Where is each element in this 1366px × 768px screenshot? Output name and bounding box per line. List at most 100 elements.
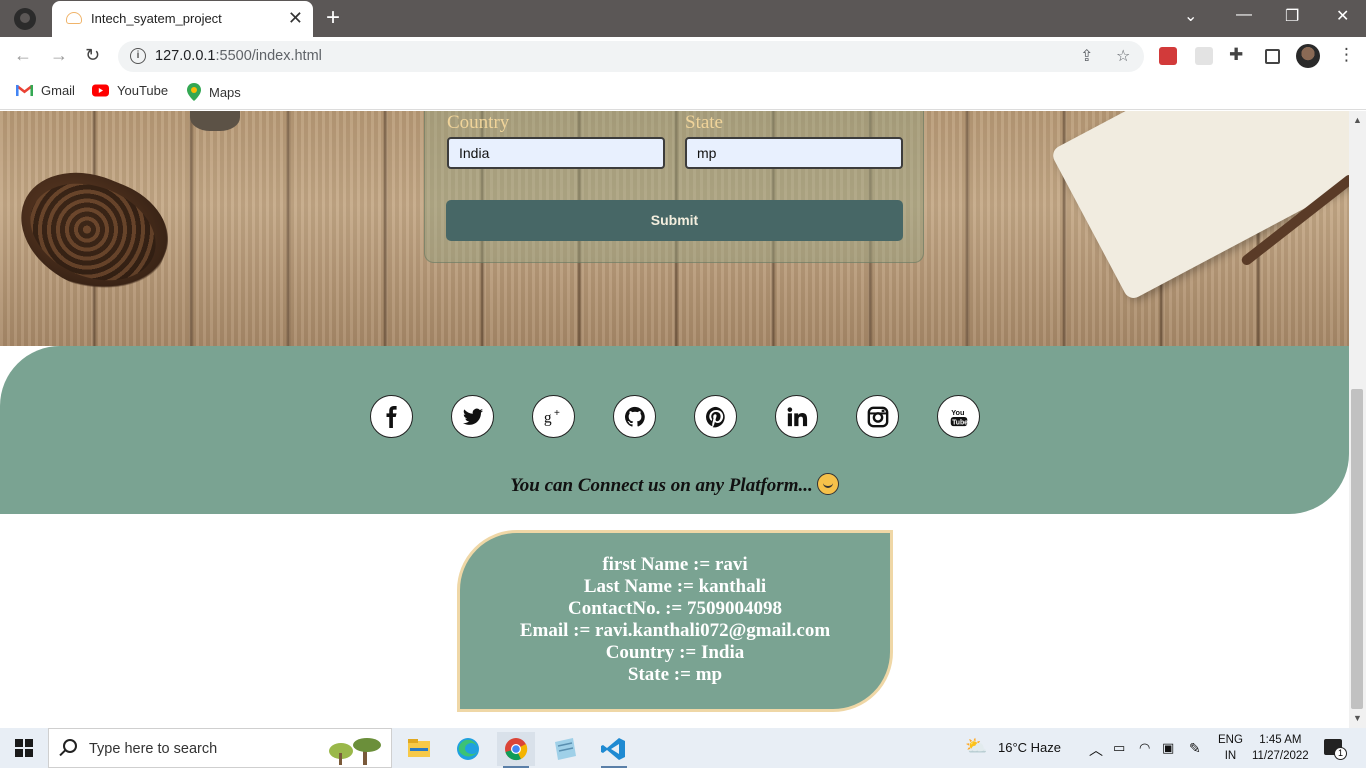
email-line: Email := ravi.kanthali072@gmail.com — [519, 620, 831, 641]
close-tab-icon[interactable]: ✕ — [288, 8, 303, 29]
pinterest-icon[interactable] — [694, 395, 737, 438]
extension-grey-icon[interactable] — [1195, 47, 1213, 65]
camera-icon[interactable]: ▣ — [1162, 740, 1174, 756]
scroll-up-icon[interactable]: ▲ — [1353, 115, 1362, 125]
smiley-icon — [816, 473, 839, 495]
side-panel-icon[interactable] — [1265, 49, 1280, 64]
svg-text:Tube: Tube — [952, 419, 968, 426]
url-bar[interactable]: i 127.0.0.1:5500/index.html ⇪ ☆ — [118, 41, 1144, 72]
edge-browser-icon[interactable] — [449, 732, 487, 766]
notification-icon[interactable]: 1 — [1324, 739, 1347, 760]
kebab-menu-icon[interactable]: ⋮ — [1338, 45, 1356, 64]
registration-form: Country State Submit — [424, 111, 924, 263]
search-placeholder: Type here to search — [89, 741, 218, 757]
weather-text[interactable]: 16°C Haze — [998, 740, 1061, 755]
notification-count: 1 — [1334, 747, 1347, 760]
bookmark-youtube[interactable]: YouTube — [92, 83, 168, 98]
submit-button[interactable]: Submit — [446, 200, 903, 241]
search-icon — [63, 739, 77, 753]
page-viewport: Country State Submit g+ — [0, 111, 1349, 728]
wifi-icon[interactable]: ◠ — [1139, 740, 1150, 756]
maps-pin-icon — [187, 83, 201, 101]
bookmark-label: Maps — [209, 84, 241, 100]
tab-search-icon[interactable]: ⌄ — [1184, 6, 1197, 26]
country-input[interactable] — [447, 137, 665, 169]
state-label: State — [685, 112, 723, 133]
clock[interactable]: 1:45 AM 11/27/2022 — [1252, 732, 1309, 764]
puzzle-icon[interactable]: ✚ — [1229, 45, 1247, 64]
facebook-icon[interactable] — [370, 395, 413, 438]
back-icon[interactable]: ← — [14, 45, 32, 66]
weather-icon[interactable]: ⛅ — [965, 736, 987, 757]
search-highlight-art-icon — [329, 738, 381, 765]
bookmarks-bar: Gmail YouTube Maps — [0, 75, 1366, 110]
minimize-button[interactable]: — — [1236, 6, 1252, 24]
youtube-logo-icon — [92, 84, 109, 97]
browser-tab-strip: Intech_syatem_project ✕ + ⌄ — ❐ ✕ — [0, 0, 1366, 37]
wood-background-section: Country State Submit — [0, 111, 1349, 346]
info-icon[interactable]: i — [130, 48, 146, 64]
clock-date: 11/27/2022 — [1252, 750, 1309, 762]
github-icon[interactable] — [613, 395, 656, 438]
svg-text:g: g — [543, 409, 551, 426]
avatar[interactable] — [1296, 44, 1320, 68]
pen-icon[interactable]: ✎ — [1189, 740, 1201, 757]
chrome-browser-icon[interactable] — [497, 732, 535, 768]
windows-start-icon[interactable] — [15, 739, 33, 757]
restore-button[interactable]: ❐ — [1285, 6, 1299, 26]
scrollbar-thumb[interactable] — [1351, 389, 1363, 709]
country-label: Country — [447, 112, 510, 133]
forward-icon[interactable]: → — [50, 45, 68, 66]
reload-icon[interactable]: ↻ — [85, 45, 100, 66]
chevron-up-icon[interactable]: ︿ — [1089, 740, 1103, 760]
windows-taskbar: Type here to search ⛅ 16°C Haze ︿ ▭ ◠ ▣ … — [0, 728, 1366, 768]
bookmark-label: Gmail — [41, 83, 75, 98]
taskbar-search[interactable]: Type here to search — [48, 728, 392, 768]
share-icon[interactable]: ⇪ — [1080, 46, 1093, 66]
youtube-icon[interactable]: You Tube — [937, 395, 980, 438]
vscode-icon[interactable] — [595, 732, 633, 768]
new-tab-button[interactable]: + — [326, 4, 340, 32]
svg-text:You: You — [951, 408, 964, 417]
battery-icon[interactable]: ▭ — [1113, 740, 1125, 756]
state-input[interactable] — [685, 137, 903, 169]
twitter-icon[interactable] — [451, 395, 494, 438]
language-indicator[interactable]: ENG IN — [1218, 732, 1243, 764]
address-bar-row: ← → ↻ i 127.0.0.1:5500/index.html ⇪ ☆ ✚ … — [0, 37, 1366, 75]
scroll-down-icon[interactable]: ▼ — [1353, 713, 1362, 723]
pinecone-decoration — [2, 152, 184, 312]
bookmark-label: YouTube — [117, 83, 169, 98]
extension-red-icon[interactable] — [1159, 47, 1177, 65]
url-text[interactable]: 127.0.0.1:5500/index.html — [155, 48, 322, 64]
language-bottom: IN — [1224, 750, 1237, 762]
gmail-icon — [16, 84, 33, 97]
state-line: State := mp — [627, 664, 723, 685]
github-tab-icon[interactable] — [14, 8, 36, 30]
social-links: g + You Tube — [370, 395, 980, 438]
country-line: Country := India — [605, 642, 745, 663]
connect-text: You can Connect us on any Platform... — [510, 475, 813, 496]
last-name-line: Last Name := kanthali — [583, 576, 767, 597]
social-footer: g + You Tube You can Connect us on any Pla… — [0, 346, 1349, 514]
contact-line: ContactNo. := 7509004098 — [567, 598, 782, 619]
google-plus-icon[interactable]: g + — [532, 395, 575, 438]
star-icon[interactable]: ☆ — [1116, 46, 1130, 66]
linkedin-icon[interactable] — [775, 395, 818, 438]
bookmark-maps[interactable]: Maps — [187, 83, 241, 101]
first-name-line: first Name := ravi — [602, 554, 748, 575]
connect-message: You can Connect us on any Platform... — [0, 473, 1349, 497]
submitted-details-card: first Name := ravi Last Name := kanthali… — [457, 530, 893, 712]
browser-tab[interactable]: Intech_syatem_project ✕ — [52, 1, 313, 37]
notes-app-icon[interactable] — [546, 732, 584, 766]
page-scrollbar[interactable]: ▲ ▼ — [1349, 111, 1366, 728]
tab-title: Intech_syatem_project — [91, 11, 222, 26]
instagram-icon[interactable] — [856, 395, 899, 438]
notebook-decoration — [1049, 111, 1349, 302]
file-explorer-icon[interactable] — [400, 732, 438, 766]
stone-decoration — [190, 111, 240, 131]
svg-text:+: + — [554, 408, 560, 419]
cloud-icon — [66, 12, 82, 24]
clock-time: 1:45 AM — [1259, 734, 1302, 746]
bookmark-gmail[interactable]: Gmail — [16, 83, 75, 98]
close-window-button[interactable]: ✕ — [1336, 6, 1349, 26]
